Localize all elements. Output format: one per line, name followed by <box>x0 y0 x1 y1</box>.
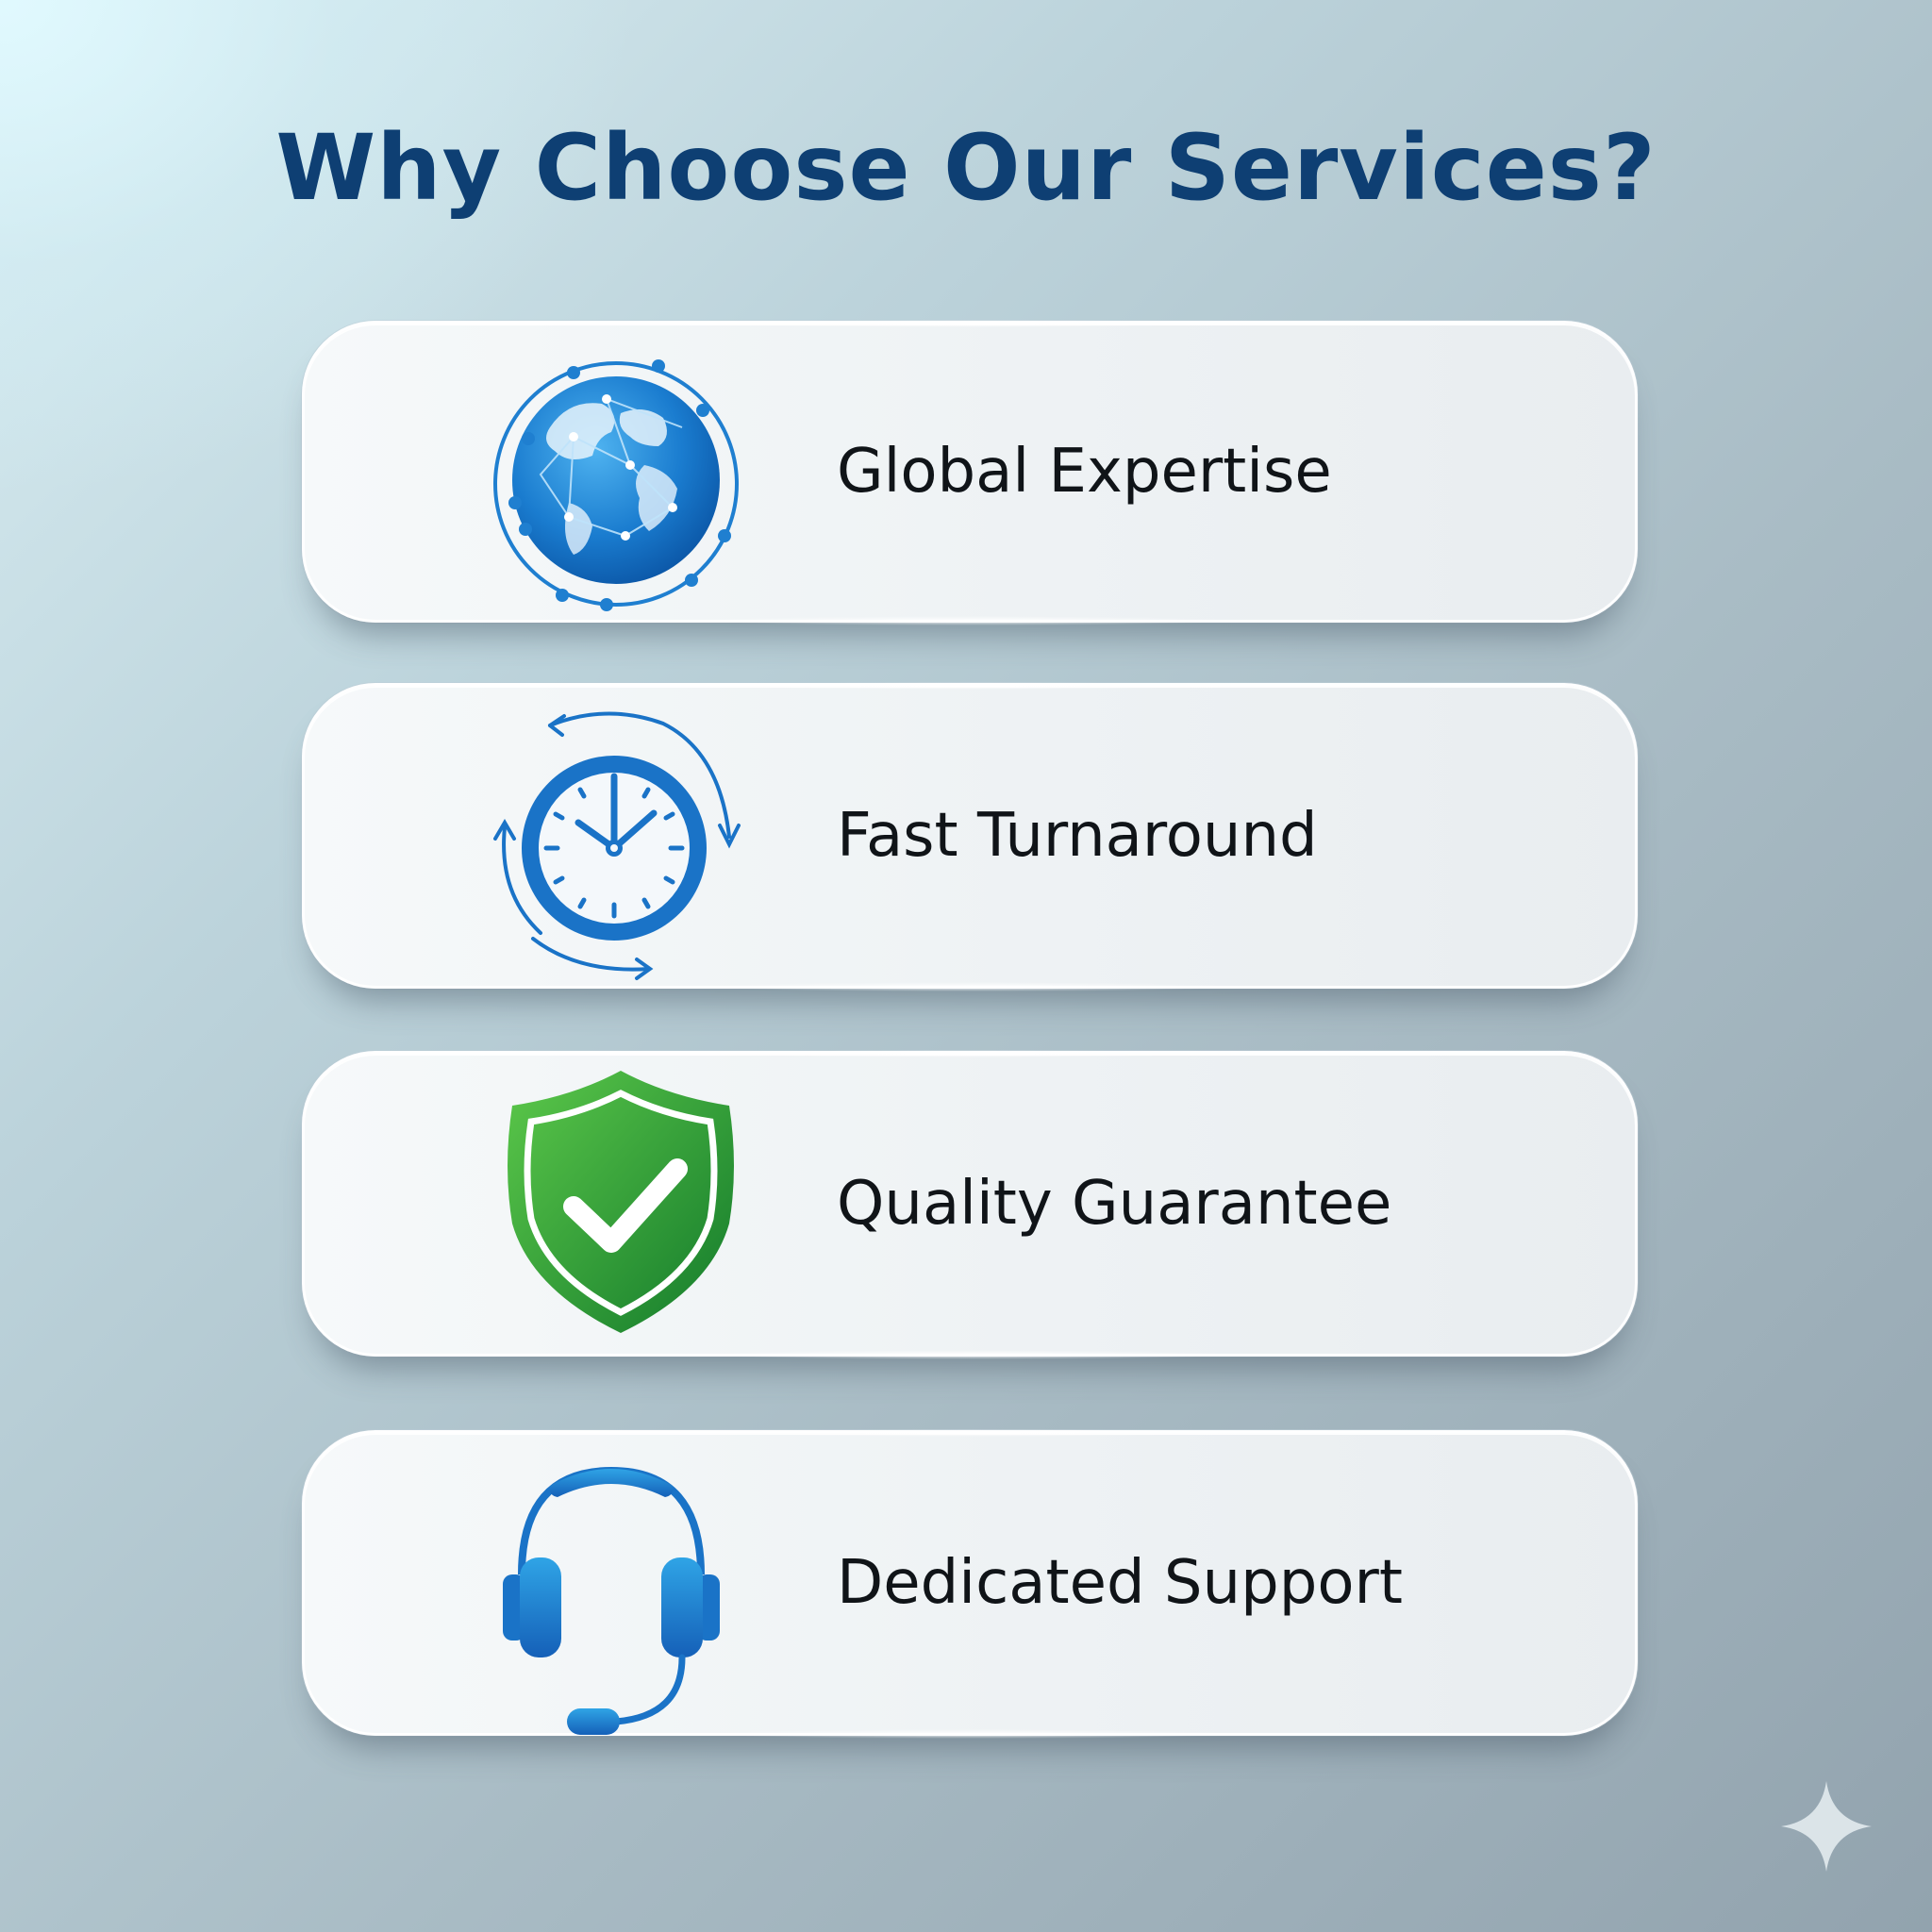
feature-label: Quality Guarantee <box>837 1169 1392 1239</box>
feature-card-fast-turnaround: Fast Turnaround <box>302 682 1638 991</box>
feature-label: Fast Turnaround <box>837 801 1318 871</box>
feature-label: Dedicated Support <box>837 1548 1403 1618</box>
page-title: Why Choose Our Services? <box>275 115 1657 221</box>
feature-card-dedicated-support: Dedicated Support <box>302 1429 1638 1739</box>
clock-refresh-icon <box>456 686 758 986</box>
globe-network-icon <box>456 324 758 620</box>
headset-icon <box>456 1433 758 1735</box>
feature-label: Global Expertise <box>837 437 1332 507</box>
shield-check-icon <box>456 1054 758 1354</box>
sparkle-icon <box>1777 1777 1875 1875</box>
feature-card-quality-guarantee: Quality Guarantee <box>302 1050 1638 1359</box>
feature-card-global-expertise: Global Expertise <box>302 320 1638 625</box>
